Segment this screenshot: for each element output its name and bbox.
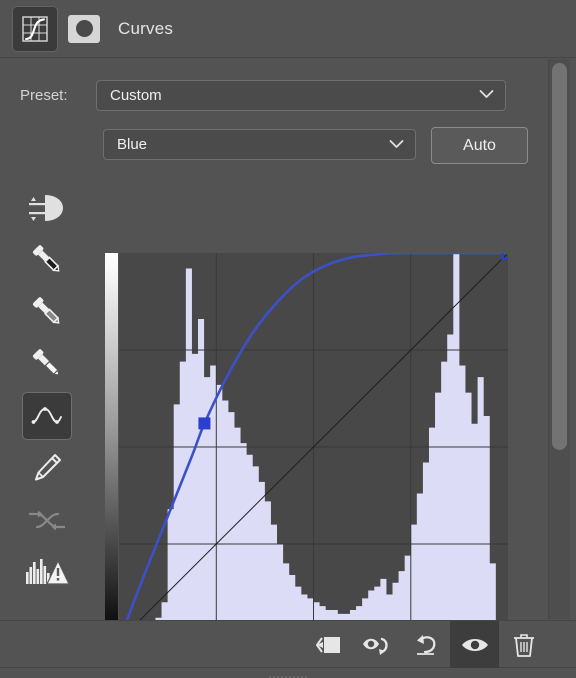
eyedropper-gray-icon [32,297,60,324]
white-point-eyedropper[interactable] [22,340,72,388]
preset-row: Preset: Custom [0,78,535,112]
toggle-previous-state-button[interactable] [352,621,401,668]
page-title: Curves [118,18,174,38]
curve-icon [31,407,62,424]
smooth-curve-icon [29,510,65,531]
channel-row: Blue Auto [0,126,535,166]
channel-value: Blue [117,136,148,153]
channel-select[interactable]: Blue [103,129,416,160]
panel-scrollbar-thumb[interactable] [552,63,567,450]
resize-grip[interactable] [268,670,308,678]
chevron-down-icon [479,86,494,104]
eye-previous-state-icon [362,637,388,655]
clip-to-layer-icon [315,636,340,653]
curves-icon[interactable] [12,5,58,52]
pencil-draw-tool[interactable] [22,444,72,492]
preset-select[interactable]: Custom [96,79,506,111]
clip-to-layer-button[interactable] [303,621,352,668]
delete-adjustment-button[interactable] [499,621,548,668]
preset-value: Custom [110,86,162,104]
on-image-adjustment-icon [29,195,63,221]
toggle-visibility-button[interactable] [450,621,499,668]
curves-glyph [22,15,48,42]
chevron-down-icon [389,136,404,154]
trash-icon [513,633,534,657]
reset-arrow-icon [416,634,435,655]
preset-label: Preset: [20,86,68,104]
eyedropper-black-icon [32,245,60,272]
curves-panel: Curves Preset: Custom Blue Auto [0,0,576,678]
mask-shape-icon [75,20,93,37]
panel-header: Curves [0,0,576,58]
black-point-eyedropper[interactable] [22,236,72,284]
eyedropper-white-icon [32,349,60,376]
on-image-adjustment-tool[interactable] [22,184,72,232]
layer-mask-thumbnail[interactable] [68,14,100,43]
smooth-curve-tool[interactable] [22,496,72,544]
auto-button[interactable]: Auto [431,127,528,164]
gray-point-eyedropper[interactable] [22,288,72,336]
curve-plot-area[interactable] [119,253,508,641]
tool-column [22,184,78,600]
histogram-warning-icon [26,559,70,585]
curve-point-tool[interactable] [22,392,72,440]
output-gradient-strip [105,253,118,641]
histogram-warning[interactable] [22,548,72,596]
curve-plot-svg[interactable] [119,253,508,641]
curve-control-point[interactable] [198,417,211,430]
pencil-icon [35,454,61,481]
panel-body: Preset: Custom Blue Auto [0,58,576,668]
bottom-toolbar [0,620,576,668]
reset-adjustment-button[interactable] [401,621,450,668]
eye-icon [461,638,488,651]
